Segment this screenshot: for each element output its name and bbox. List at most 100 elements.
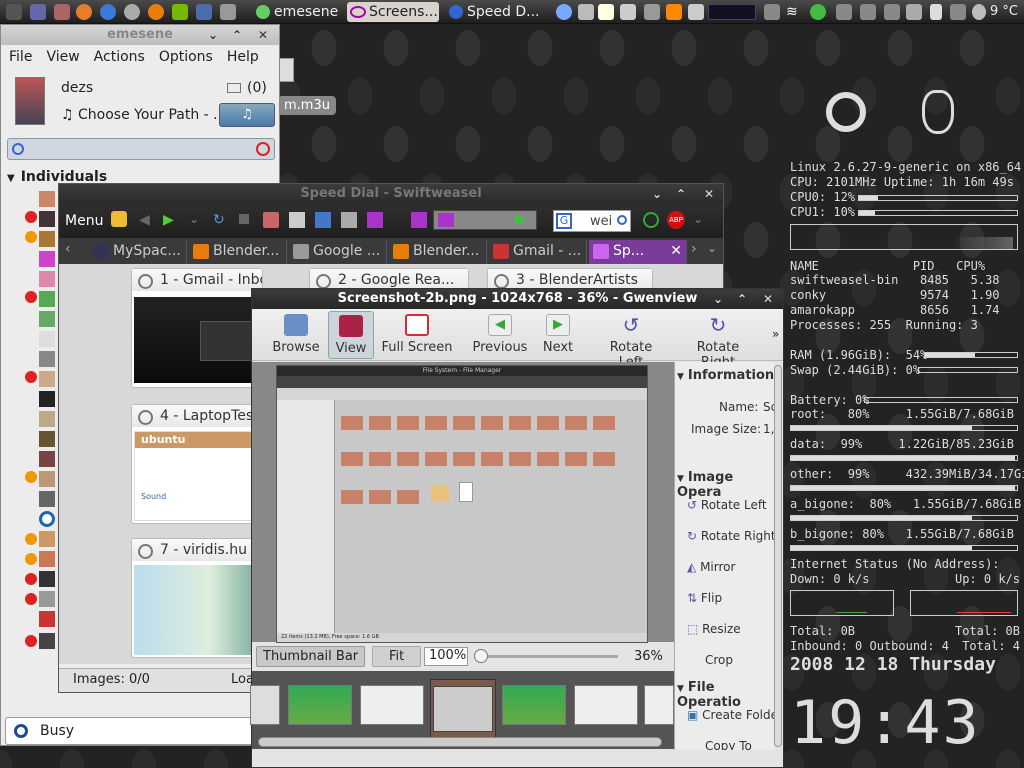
system-monitor-graph[interactable] [708, 4, 756, 20]
tab-google[interactable]: Google ... [289, 240, 387, 264]
contact-avatar[interactable] [39, 411, 55, 427]
contact-avatar[interactable] [39, 231, 55, 247]
monitor-icon[interactable] [220, 4, 236, 20]
contact-avatar[interactable] [39, 251, 55, 267]
now-playing[interactable]: ♫ Choose Your Path - ... [61, 107, 227, 123]
maximize-button[interactable]: ⌃ [229, 27, 245, 43]
contact-avatar[interactable] [39, 311, 55, 327]
zoom-slider-track[interactable] [480, 655, 618, 658]
desktop-file-label[interactable]: m.m3u [278, 96, 336, 115]
contact-avatar[interactable] [39, 331, 55, 347]
speed-dial-icon[interactable] [411, 212, 427, 228]
settings-icon[interactable] [30, 4, 46, 20]
dial-viridis[interactable]: 7 - viridis.hu [131, 538, 263, 658]
contact-avatar[interactable] [39, 531, 55, 547]
next-button[interactable]: ▶ Next [536, 314, 580, 355]
folder-icon[interactable] [688, 4, 704, 20]
contact-avatar[interactable] [39, 451, 55, 467]
tab-speed-dial[interactable]: Sp... ✕ [589, 240, 687, 264]
blender-icon[interactable] [148, 4, 164, 20]
tab-scroll-left-icon[interactable]: ‹ [65, 241, 71, 257]
emesene-titlebar[interactable]: emesene ⌄ ⌃ ✕ [1, 25, 279, 45]
clear-icon[interactable] [256, 142, 270, 156]
menu-help[interactable]: Help [227, 49, 259, 65]
op-rotate-left[interactable]: ↺ Rotate Left [687, 498, 767, 512]
avatar[interactable] [15, 77, 45, 125]
op-crop[interactable]: Crop [705, 653, 733, 667]
menu-actions[interactable]: Actions [94, 49, 145, 65]
back-icon[interactable]: ◀ [139, 212, 150, 228]
tab-list-icon[interactable]: ⌄ [707, 241, 717, 255]
dropdown-icon[interactable]: ⌄ [693, 212, 703, 226]
op-resize[interactable]: ⬚ Resize [687, 622, 741, 636]
op-flip[interactable]: ⇅ Flip [687, 591, 722, 605]
contact-avatar[interactable] [39, 391, 55, 407]
image-operations-heading[interactable]: ▼ Image Opera [677, 470, 774, 500]
contact-avatar[interactable] [39, 511, 55, 527]
contact-avatar[interactable] [39, 291, 55, 307]
google-icon[interactable]: G [556, 213, 572, 229]
mail-icon[interactable] [836, 4, 852, 20]
gear-icon[interactable] [124, 4, 140, 20]
contact-avatar[interactable] [39, 431, 55, 447]
tab-blender-2[interactable]: Blender... [389, 240, 487, 264]
file-operations-heading[interactable]: ▼ File Operatio [677, 680, 774, 710]
close-button[interactable]: ✕ [701, 186, 717, 202]
home-icon[interactable] [263, 212, 279, 228]
desktop-file-icon[interactable] [278, 58, 294, 82]
tab-close-icon[interactable]: ✕ [670, 240, 682, 262]
adblock-icon[interactable]: ABP [667, 211, 685, 229]
contact-avatar[interactable] [39, 611, 55, 627]
user-nick[interactable]: dezs [61, 80, 93, 96]
tab-scroll-right-icon[interactable]: › [691, 241, 697, 257]
contact-avatar[interactable] [39, 591, 55, 607]
history-dropdown-icon[interactable]: ⌄ [189, 212, 199, 226]
ship-icon[interactable] [906, 4, 922, 20]
url-bar[interactable]: ▶ [433, 210, 537, 230]
zoom-field[interactable]: 100% [424, 647, 468, 666]
maximize-button[interactable]: ⌃ [673, 186, 689, 202]
mail-icon[interactable] [227, 83, 241, 93]
dial-gmail[interactable]: 1 - Gmail - Inbo... [131, 268, 263, 388]
leaf-icon[interactable] [810, 4, 826, 20]
toolbar-overflow-icon[interactable]: » [772, 327, 779, 341]
note-icon[interactable] [598, 4, 614, 20]
task-speed-dial[interactable]: Speed D... [445, 2, 545, 22]
wifi-icon[interactable]: ≋ [786, 4, 802, 20]
contact-avatar[interactable] [39, 471, 55, 487]
mail-icon[interactable] [884, 4, 900, 20]
thumbnail[interactable] [360, 685, 424, 725]
kde-icon[interactable] [100, 4, 116, 20]
music-button[interactable]: ♫ [219, 103, 275, 127]
menu-file[interactable]: File [9, 49, 32, 65]
horizontal-scrollbar[interactable] [258, 737, 662, 747]
close-button[interactable]: ✕ [760, 291, 776, 307]
task-emesene[interactable]: emesene [252, 2, 344, 22]
menu-button[interactable]: Menu [65, 213, 103, 229]
thumbnail[interactable] [644, 685, 674, 725]
contact-avatar[interactable] [39, 211, 55, 227]
search-field[interactable] [7, 138, 275, 160]
ubuntu-menu-icon[interactable] [6, 4, 22, 20]
minimize-button[interactable]: ⌄ [649, 186, 665, 202]
minimize-button[interactable]: ⌄ [710, 291, 726, 307]
nvidia-icon[interactable] [172, 4, 188, 20]
mail-icon[interactable] [950, 4, 966, 20]
windows-icon[interactable] [764, 4, 780, 20]
swiftweasel-titlebar[interactable]: Speed Dial - Swiftweasel ⌄ ⌃ ✕ [59, 184, 723, 204]
minimize-button[interactable]: ⌄ [205, 27, 221, 43]
thumbnail-selected[interactable] [430, 679, 496, 741]
op-create-folder[interactable]: ▣ Create Folde [687, 708, 774, 722]
status-selector[interactable]: Busy [5, 717, 275, 745]
bookmark-star-icon[interactable] [111, 211, 127, 227]
task-gwenview[interactable]: Screens... [347, 2, 439, 22]
image-icon[interactable] [644, 4, 660, 20]
firefox-icon[interactable] [76, 4, 92, 20]
contact-avatar[interactable] [39, 571, 55, 587]
thumbnail[interactable] [250, 685, 280, 725]
contact-avatar[interactable] [39, 271, 55, 287]
clipboard-icon[interactable] [620, 4, 636, 20]
mail-icon[interactable] [860, 4, 876, 20]
tab-gmail[interactable]: Gmail - ... [489, 240, 587, 264]
screen-icon[interactable] [315, 212, 331, 228]
